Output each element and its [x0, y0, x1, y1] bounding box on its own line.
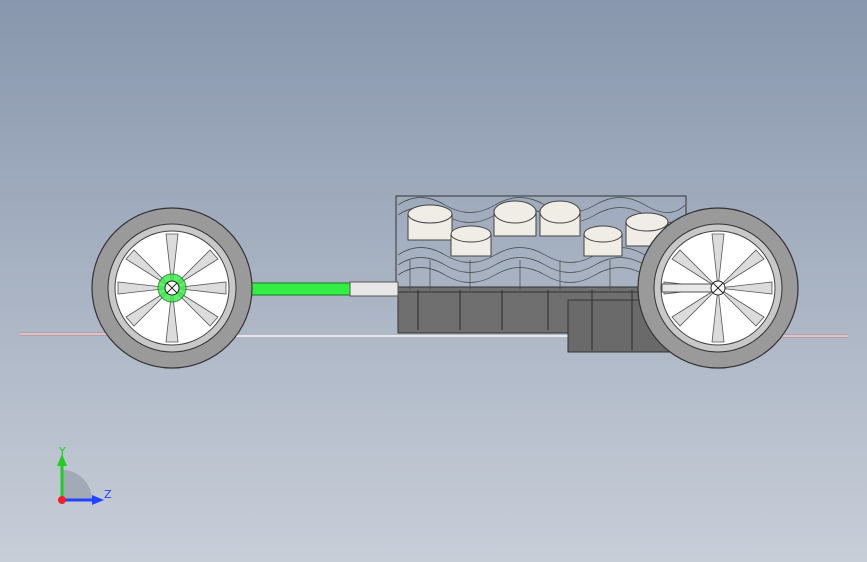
- x-axis-point-icon: [58, 496, 66, 504]
- graphics-viewport[interactable]: Y Z: [0, 0, 867, 562]
- triad-plane-icon: [62, 470, 92, 500]
- y-axis-label: Y: [58, 445, 66, 458]
- front-wheel-icon[interactable]: [91, 207, 253, 369]
- piston-icon[interactable]: [407, 200, 669, 257]
- rear-wheel-icon[interactable]: [637, 207, 799, 369]
- vehicle-assembly-model[interactable]: [0, 0, 867, 562]
- coordinate-triad: Y Z: [57, 445, 112, 505]
- z-axis-label: Z: [104, 488, 112, 501]
